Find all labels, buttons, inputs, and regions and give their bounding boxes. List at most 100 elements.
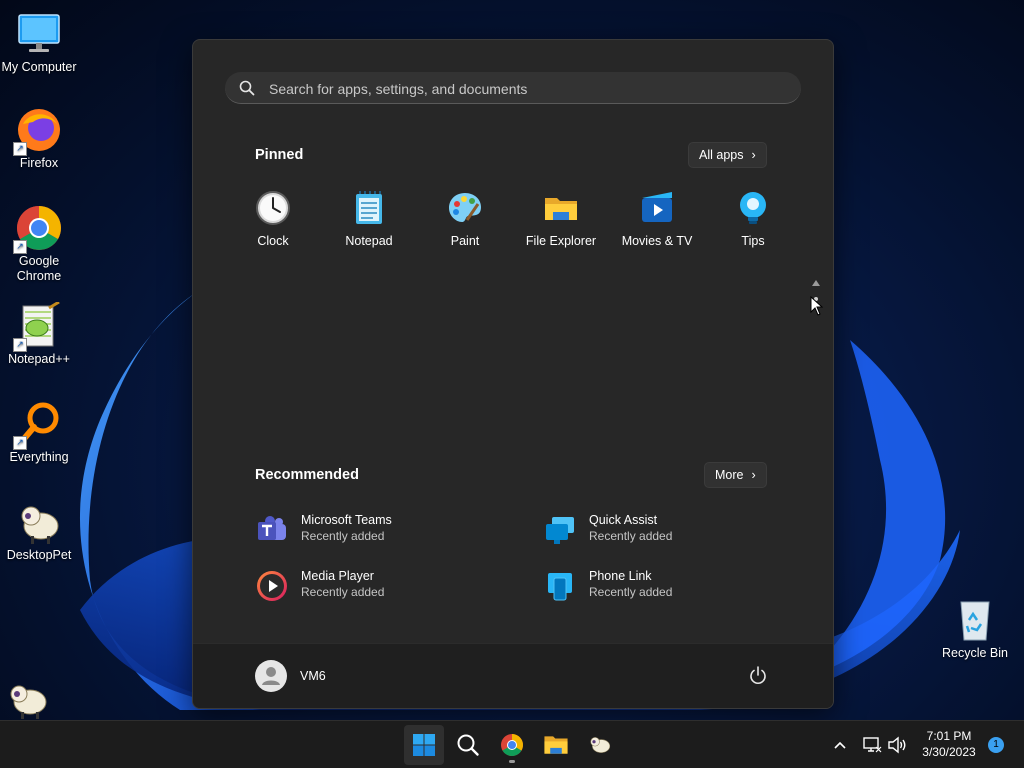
notification-count: 1: [993, 739, 999, 750]
desktop-icon-my-computer[interactable]: My Computer: [1, 10, 77, 75]
pinned-app-label: Paint: [450, 234, 480, 248]
desktop-icon-label: Google Chrome: [16, 254, 62, 283]
shortcut-arrow-icon: ↗: [13, 240, 27, 254]
recommended-item-phone-link[interactable]: Phone Link Recently added: [544, 566, 804, 606]
notepad-plus-plus-icon: ↗: [13, 300, 63, 352]
recommended-item-microsoft-teams[interactable]: Microsoft Teams Recently added: [256, 510, 516, 550]
more-label: More: [715, 468, 744, 482]
taskbar-start-button[interactable]: [404, 725, 444, 765]
taskbar-desktoppet-button[interactable]: [580, 725, 620, 765]
pinned-app-file-explorer[interactable]: File Explorer: [513, 190, 609, 248]
recommended-item-media-player[interactable]: Media Player Recently added: [256, 566, 516, 606]
pinned-app-label: Notepad: [345, 234, 393, 248]
taskbar-chrome-button[interactable]: [492, 725, 532, 765]
recycle-bin-icon: [951, 596, 999, 644]
user-account-button[interactable]: VM6: [255, 660, 375, 694]
clock-icon: [255, 190, 291, 226]
mouse-cursor-icon: [810, 296, 824, 316]
pinned-title: Pinned: [255, 147, 304, 163]
desktop-icon-recycle-bin[interactable]: Recycle Bin: [937, 596, 1013, 661]
speaker-icon: [888, 736, 906, 754]
power-icon: [750, 666, 766, 684]
notification-badge[interactable]: 1: [988, 737, 1004, 753]
tips-icon: [735, 190, 771, 226]
firefox-icon: ↗: [13, 106, 63, 156]
recommended-item-subtitle: Recently added: [589, 529, 673, 543]
pinned-app-label: Movies & TV: [621, 234, 693, 248]
shortcut-arrow-icon: ↗: [13, 142, 27, 156]
movies-icon: [639, 190, 675, 226]
desktop-icon-firefox[interactable]: ↗ Firefox: [1, 106, 77, 171]
phone-link-icon: [544, 570, 576, 602]
folder-icon: [543, 190, 579, 226]
pinned-app-paint[interactable]: Paint: [417, 190, 513, 248]
desktop-icon-desktoppet[interactable]: DesktopPet: [1, 498, 77, 563]
chrome-icon: [501, 734, 523, 756]
recommended-title: Recommended: [255, 467, 359, 483]
recommended-item-name: Media Player: [301, 569, 374, 583]
notepad-icon: [351, 190, 387, 226]
desktop-pet-sheep[interactable]: [6, 680, 50, 720]
taskbar-file-explorer-button[interactable]: [536, 725, 576, 765]
all-apps-label: All apps: [699, 148, 744, 162]
chrome-icon: ↗: [13, 204, 63, 254]
desktop-icon-label: Recycle Bin: [942, 646, 1008, 660]
chevron-right-icon: ›: [751, 148, 756, 162]
everything-search-icon: ↗: [13, 400, 63, 450]
desktop-icon-google-chrome[interactable]: ↗ Google Chrome: [1, 204, 77, 284]
pinned-app-label: Clock: [257, 234, 289, 248]
recommended-item-quick-assist[interactable]: Quick Assist Recently added: [544, 510, 804, 550]
avatar: [255, 660, 287, 692]
search-input[interactable]: [267, 72, 791, 105]
tray-overflow-chevron[interactable]: [830, 735, 850, 755]
power-button[interactable]: [746, 664, 770, 688]
user-icon: [262, 667, 280, 685]
sheep-icon: [15, 498, 63, 546]
tray-clock[interactable]: 7:01 PM 3/30/2023: [915, 728, 983, 760]
start-search-box[interactable]: [225, 72, 801, 105]
pinned-app-tips[interactable]: Tips: [705, 190, 801, 248]
search-icon: [457, 734, 479, 756]
desktop-icon-label: Firefox: [19, 156, 59, 170]
quick-assist-icon: [544, 514, 576, 546]
desktop-icon-label: Notepad++: [8, 352, 70, 366]
recommended-item-subtitle: Recently added: [301, 585, 385, 599]
pinned-app-movies-tv[interactable]: Movies & TV: [609, 190, 705, 248]
desktoppet-icon: [590, 737, 611, 753]
recommended-item-name: Quick Assist: [589, 513, 658, 527]
tray-network[interactable]: [862, 735, 882, 755]
pinned-app-clock[interactable]: Clock: [225, 190, 321, 248]
start-menu: Pinned All apps › Clock Notepad Paint Fi…: [192, 39, 834, 709]
desktop-icon-label: DesktopPet: [6, 548, 72, 562]
desktop-icon-label: My Computer: [1, 60, 77, 74]
tray-date: 3/30/2023: [922, 745, 976, 759]
recommended-item-subtitle: Recently added: [301, 529, 385, 543]
all-apps-button[interactable]: All apps ›: [688, 142, 767, 168]
tray-volume[interactable]: [887, 735, 907, 755]
desktop-icon-label: Everything: [9, 450, 69, 464]
pinned-scroll-up-arrow[interactable]: [812, 280, 820, 286]
pinned-app-label: Tips: [741, 234, 765, 248]
network-icon: [863, 737, 882, 753]
pinned-app-label: File Explorer: [525, 234, 597, 248]
desktop-icon-notepad-plus-plus[interactable]: ↗ Notepad++: [1, 300, 77, 367]
windows-start-icon: [413, 734, 435, 756]
tray-time: 7:01 PM: [926, 729, 972, 743]
start-menu-footer: VM6: [193, 643, 833, 708]
search-icon: [239, 80, 255, 96]
taskbar-search-button[interactable]: [448, 725, 488, 765]
pinned-app-notepad[interactable]: Notepad: [321, 190, 417, 248]
shortcut-arrow-icon: ↗: [13, 436, 27, 450]
more-button[interactable]: More ›: [704, 462, 767, 488]
desktop-icon-everything[interactable]: ↗ Everything: [1, 400, 77, 465]
shortcut-arrow-icon: ↗: [13, 338, 27, 352]
file-explorer-icon: [544, 736, 568, 754]
running-indicator: [509, 760, 515, 763]
recommended-item-name: Microsoft Teams: [301, 513, 392, 527]
chevron-up-icon: [834, 741, 846, 749]
media-player-icon: [256, 570, 288, 602]
recommended-item-name: Phone Link: [589, 569, 652, 583]
taskbar: 7:01 PM 3/30/2023 1: [0, 720, 1024, 768]
user-name: VM6: [300, 669, 326, 683]
monitor-icon: [15, 10, 63, 58]
